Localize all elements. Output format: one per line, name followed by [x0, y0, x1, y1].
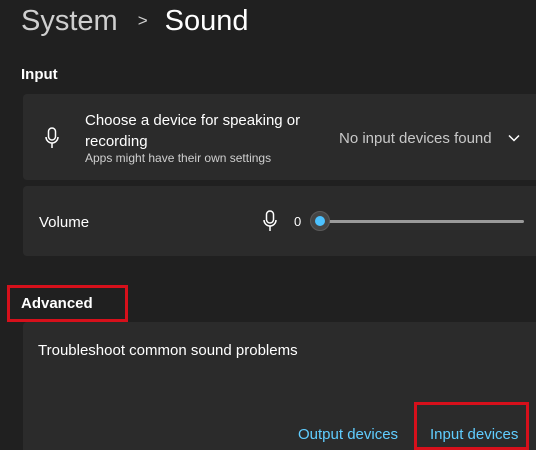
- input-device-subtitle: Apps might have their own settings: [85, 151, 272, 165]
- breadcrumb-separator-icon: >: [137, 11, 148, 30]
- volume-slider-track: [318, 220, 524, 223]
- chevron-down-icon: [508, 129, 520, 147]
- input-device-card: Choose a device for speaking or recordin…: [23, 94, 536, 180]
- page-title: Sound: [164, 4, 249, 37]
- input-devices-link[interactable]: Input devices: [430, 426, 518, 443]
- breadcrumb: System > Sound: [21, 2, 248, 40]
- input-device-dropdown[interactable]: No input devices found: [329, 122, 529, 154]
- troubleshoot-card: Troubleshoot common sound problems Outpu…: [23, 322, 536, 450]
- advanced-section-title: Advanced: [21, 295, 93, 312]
- microphone-icon[interactable]: [263, 210, 277, 237]
- breadcrumb-system[interactable]: System: [21, 5, 118, 38]
- sound-settings-page: System > Sound Input Choose a device for…: [0, 0, 536, 450]
- volume-value: 0: [294, 214, 302, 229]
- troubleshoot-title: Troubleshoot common sound problems: [38, 342, 298, 359]
- input-device-title: Choose a device for speaking or recordin…: [85, 112, 301, 150]
- volume-slider-thumb[interactable]: [310, 211, 330, 231]
- input-volume-card: Volume 0: [23, 186, 536, 256]
- volume-slider[interactable]: [310, 210, 524, 232]
- microphone-icon: [45, 127, 59, 154]
- input-section-title: Input: [21, 66, 58, 83]
- output-devices-link[interactable]: Output devices: [298, 426, 398, 443]
- input-device-selected-value: No input devices found: [339, 129, 492, 147]
- volume-label: Volume: [39, 214, 90, 231]
